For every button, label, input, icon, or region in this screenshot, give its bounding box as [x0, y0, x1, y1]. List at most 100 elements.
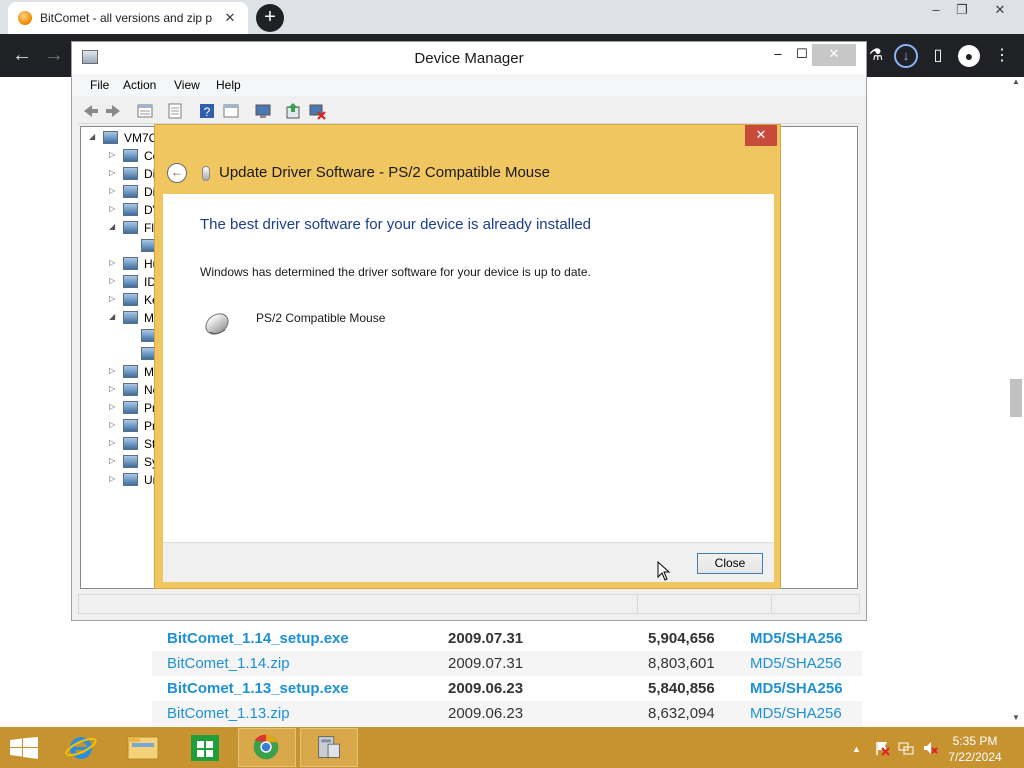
tree-root[interactable]: ◢ VM7C: [81, 129, 161, 147]
tree-category[interactable]: ▷ M: [81, 363, 161, 381]
tree-category[interactable]: ▷ Hu: [81, 255, 161, 273]
device-category-icon: [123, 275, 138, 288]
page-scrollbar[interactable]: ▲ ▼: [1008, 77, 1024, 727]
network-icon[interactable]: [898, 740, 914, 756]
properties-sheet-icon[interactable]: [136, 102, 154, 120]
download-file-link[interactable]: BitComet_1.14.zip: [167, 655, 290, 672]
dialog-close-icon[interactable]: ✕: [745, 125, 777, 146]
uninstall-device-icon[interactable]: [308, 102, 326, 120]
expand-toggle-icon[interactable]: ▷: [109, 204, 119, 213]
taskbar-internet-explorer[interactable]: [52, 728, 110, 767]
download-icon[interactable]: ↓: [894, 44, 918, 68]
update-driver-icon[interactable]: [284, 102, 302, 120]
expand-toggle-icon[interactable]: ▷: [109, 186, 119, 195]
new-tab-button[interactable]: +: [256, 4, 284, 32]
tree-category[interactable]: ▷ St: [81, 435, 161, 453]
tree-category[interactable]: ▷ Ur: [81, 471, 161, 489]
tree-category[interactable]: ▷ Ke: [81, 291, 161, 309]
download-hash-link[interactable]: MD5/SHA256: [750, 630, 843, 647]
tray-overflow-icon[interactable]: ▲: [852, 744, 861, 754]
download-date: 2009.07.31: [448, 630, 524, 647]
scroll-up-icon[interactable]: ▲: [1008, 77, 1024, 86]
expand-toggle-icon[interactable]: ▷: [109, 366, 119, 375]
download-file-link[interactable]: BitComet_1.13_setup.exe: [167, 680, 349, 697]
expand-toggle-icon[interactable]: ◢: [109, 222, 119, 231]
expand-toggle-icon[interactable]: ▷: [109, 276, 119, 285]
device-category-icon: [123, 473, 138, 486]
expand-toggle-icon[interactable]: ▷: [109, 384, 119, 393]
menu-help[interactable]: Help: [216, 78, 241, 92]
list-view-icon[interactable]: [166, 102, 184, 120]
expand-toggle-icon[interactable]: ▷: [109, 168, 119, 177]
menu-action[interactable]: Action: [123, 78, 156, 92]
tree-category[interactable]: ▷ Pr: [81, 417, 161, 435]
device-category-icon: [123, 311, 138, 324]
download-hash-link[interactable]: MD5/SHA256: [750, 655, 842, 672]
mouse-icon: [205, 313, 229, 335]
tab-close-icon[interactable]: ✕: [222, 10, 238, 26]
monitor-device-icon[interactable]: [254, 102, 272, 120]
sidebar-icon[interactable]: ▯: [926, 44, 950, 68]
tree-category[interactable]: ▷ ID: [81, 273, 161, 291]
browser-minimize-button[interactable]: –: [924, 2, 948, 17]
dm-close-button[interactable]: ✕: [812, 44, 856, 66]
taskbar-device-manager[interactable]: [300, 728, 358, 767]
browser-tab[interactable]: BitComet - all versions and zip p ✕: [8, 2, 248, 34]
download-row: BitComet_1.14.zip 2009.07.31 8,803,601 MD5/…: [152, 651, 862, 676]
back-button[interactable]: ←: [10, 44, 34, 67]
tree-child-device[interactable]: [81, 345, 161, 363]
taskbar-chrome[interactable]: [238, 728, 296, 767]
device-category-icon: [123, 419, 138, 432]
browser-close-button[interactable]: ✕: [988, 2, 1012, 18]
device-category-icon: [123, 257, 138, 270]
download-file-link[interactable]: BitComet_1.13.zip: [167, 705, 290, 722]
dialog-back-button[interactable]: ←: [167, 163, 187, 183]
tree-category[interactable]: ▷ Pr: [81, 399, 161, 417]
forward-arrow-icon[interactable]: [104, 102, 122, 120]
back-arrow-icon[interactable]: [82, 102, 100, 120]
expand-toggle-icon[interactable]: ▷: [109, 294, 119, 303]
expand-toggle-icon[interactable]: ◢: [109, 312, 119, 321]
expand-toggle-icon[interactable]: ▷: [109, 420, 119, 429]
help-icon[interactable]: ?: [198, 102, 216, 120]
tree-category[interactable]: ▷ Di: [81, 183, 161, 201]
tree-category[interactable]: ▷ DV: [81, 201, 161, 219]
menu-file[interactable]: File: [90, 78, 109, 92]
tree-child-device[interactable]: [81, 327, 161, 345]
expand-toggle-icon[interactable]: ◢: [89, 132, 99, 141]
windows-start-icon[interactable]: [10, 737, 38, 759]
scrollbar-thumb[interactable]: [1010, 379, 1022, 417]
download-hash-link[interactable]: MD5/SHA256: [750, 680, 843, 697]
expand-toggle-icon[interactable]: ▷: [109, 150, 119, 159]
extension-icon[interactable]: ⚗: [864, 44, 888, 68]
expand-toggle-icon[interactable]: ▷: [109, 402, 119, 411]
volume-muted-icon[interactable]: [922, 740, 938, 756]
action-center-flag-icon[interactable]: [874, 740, 890, 756]
expand-toggle-icon[interactable]: ▷: [109, 474, 119, 483]
menu-view[interactable]: View: [174, 78, 200, 92]
close-button[interactable]: Close: [697, 553, 763, 574]
menu-icon[interactable]: ⋮: [990, 44, 1014, 68]
tree-category[interactable]: ▷ Sy: [81, 453, 161, 471]
tree-category[interactable]: ◢ Fl: [81, 219, 161, 237]
taskbar-file-explorer[interactable]: [114, 728, 172, 767]
details-view-icon[interactable]: [222, 102, 240, 120]
forward-button[interactable]: →: [42, 44, 66, 67]
download-hash-link[interactable]: MD5/SHA256: [750, 705, 842, 722]
tree-label: M: [144, 311, 154, 325]
tree-category[interactable]: ▷ Di: [81, 165, 161, 183]
taskbar-store[interactable]: [176, 728, 234, 767]
taskbar-clock[interactable]: 5:35 PM 7/22/2024: [944, 733, 1006, 765]
expand-toggle-icon[interactable]: ▷: [109, 456, 119, 465]
taskbar: [0, 727, 1024, 768]
expand-toggle-icon[interactable]: ▷: [109, 438, 119, 447]
download-file-link[interactable]: BitComet_1.14_setup.exe: [167, 630, 349, 647]
tree-category[interactable]: ▷ Co: [81, 147, 161, 165]
scroll-down-icon[interactable]: ▼: [1008, 713, 1024, 722]
expand-toggle-icon[interactable]: ▷: [109, 258, 119, 267]
browser-restore-button[interactable]: ❐: [950, 2, 974, 18]
profile-icon[interactable]: ●: [958, 45, 980, 67]
tree-category[interactable]: ▷ Ne: [81, 381, 161, 399]
tree-child-device[interactable]: [81, 237, 161, 255]
tree-category[interactable]: ◢ M: [81, 309, 161, 327]
